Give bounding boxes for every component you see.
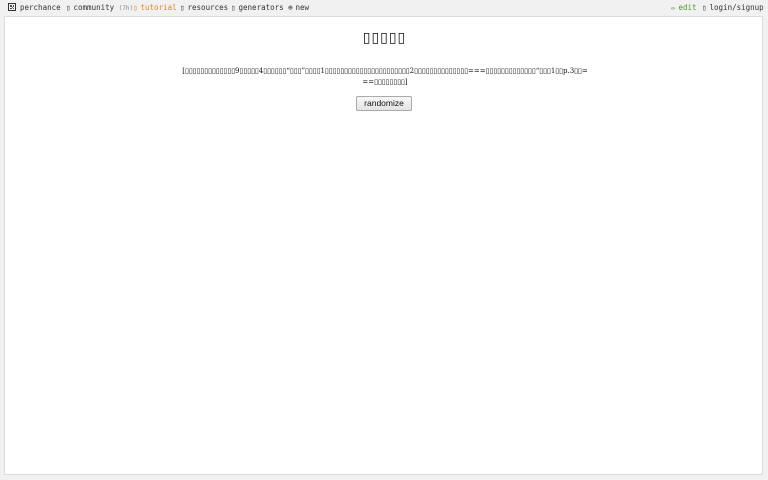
nav-generators[interactable]: ▯ generators bbox=[231, 2, 284, 14]
folder-icon: ▯ bbox=[180, 3, 185, 12]
nav-new-label: new bbox=[295, 3, 310, 12]
nav-tutorial-label: tutorial bbox=[140, 3, 177, 12]
nav-resources[interactable]: ▯ resources bbox=[180, 2, 228, 14]
nav-login[interactable]: ▯ login/signup bbox=[702, 2, 764, 14]
randomize-button[interactable]: randomize bbox=[356, 96, 412, 111]
nav-new[interactable]: ⊕ new bbox=[288, 2, 309, 14]
pencil-icon: ✏ bbox=[671, 3, 676, 12]
nav-community[interactable]: ▯ community (7h) bbox=[66, 2, 133, 14]
book-icon: ▯ bbox=[133, 3, 138, 12]
plus-icon: ⊕ bbox=[288, 3, 293, 12]
nav-tutorial[interactable]: ▯ tutorial bbox=[133, 2, 177, 14]
dice-icon bbox=[8, 3, 16, 11]
generator-output-panel: ▯▯▯▯▯ [▯▯▯▯▯▯▯▯▯▯▯▯▯9▯▯▯▯▯4▯▯▯▯▯▯“▯▯▯”▯▯… bbox=[4, 16, 763, 475]
page-title: ▯▯▯▯▯ bbox=[362, 30, 407, 46]
top-nav-bar: perchance ▯ community (7h) ▯ tutorial ▯ res… bbox=[0, 0, 768, 16]
chat-icon: ▯ bbox=[66, 3, 71, 12]
generated-output-text: [▯▯▯▯▯▯▯▯▯▯▯▯▯9▯▯▯▯▯4▯▯▯▯▯▯“▯▯▯”▯▯▯▯1▯▯▯… bbox=[182, 67, 588, 86]
nav-edit[interactable]: ✏ edit bbox=[671, 2, 697, 14]
nav-login-label: login/signup bbox=[709, 3, 764, 12]
nav-resources-label: resources bbox=[187, 3, 229, 12]
user-icon: ▯ bbox=[702, 3, 707, 12]
nav-generators-label: generators bbox=[238, 3, 284, 12]
nav-brand-label: perchance bbox=[20, 3, 61, 12]
community-count: (7h) bbox=[118, 5, 134, 12]
nav-edit-label: edit bbox=[678, 3, 697, 12]
list-icon: ▯ bbox=[231, 3, 236, 12]
nav-brand[interactable]: perchance bbox=[8, 2, 61, 14]
nav-community-label: community bbox=[73, 3, 115, 12]
